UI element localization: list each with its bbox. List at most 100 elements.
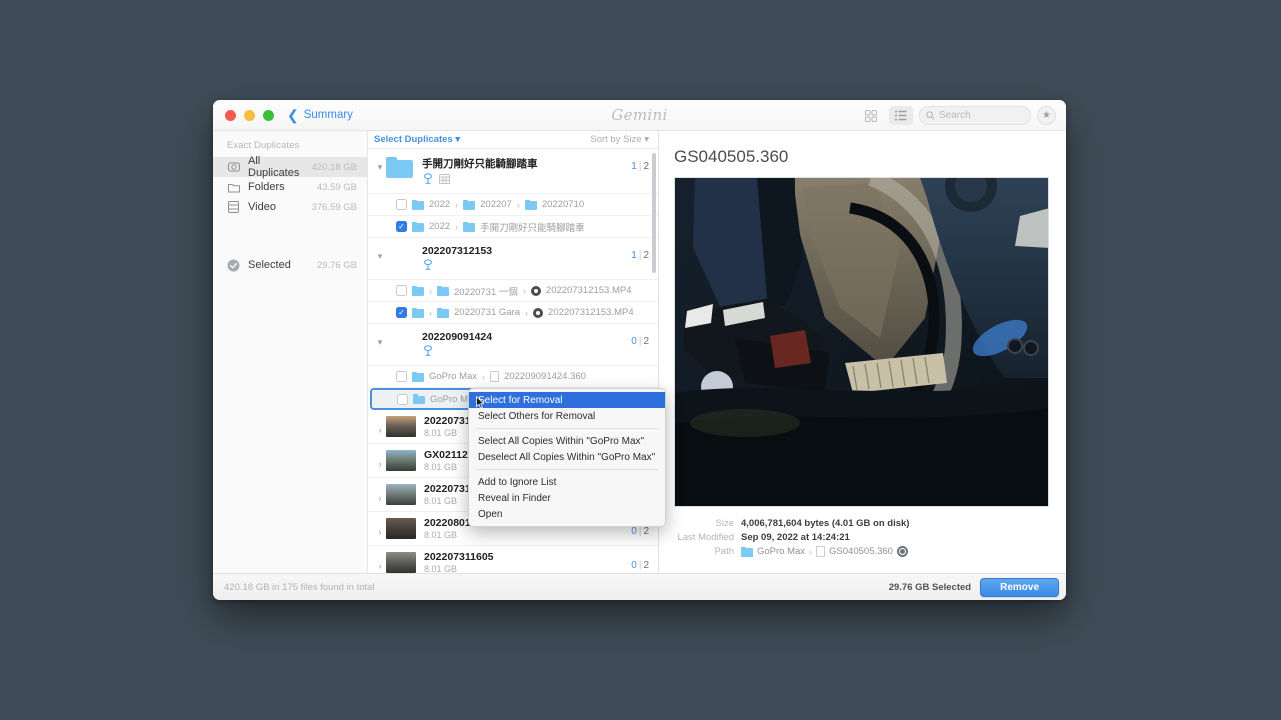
- sidebar-item-size: 43.59 GB: [316, 181, 357, 193]
- row-checkbox[interactable]: ✓: [396, 221, 407, 232]
- sidebar-item-label: Folders: [248, 181, 285, 193]
- disclosure-triangle-icon[interactable]: ›: [374, 521, 386, 537]
- duplicate-child-row[interactable]: ✓ 2022 › 手開刀剛好只能騎腳踏車: [368, 216, 658, 238]
- group-row[interactable]: ▾ 202207312153 1 | 2: [368, 238, 658, 280]
- list-view-icon[interactable]: [889, 106, 913, 125]
- path-folder-name: GoPro Max: [757, 546, 806, 557]
- app-brand-logo: Gemini: [611, 106, 668, 124]
- group-badges: [422, 173, 631, 187]
- group-total-count: 2: [643, 250, 649, 261]
- search-input[interactable]: Search: [919, 106, 1031, 125]
- file-selected-count: 0: [631, 525, 637, 537]
- list-header-bar: Select Duplicates ▾ Sort by Size ▾: [368, 131, 658, 149]
- path-file-name: GS040505.360: [829, 546, 893, 557]
- sidebar-item-video[interactable]: Video 376.59 GB: [213, 197, 367, 217]
- folder-icon: [413, 394, 425, 404]
- disclosure-triangle-icon[interactable]: ›: [374, 419, 386, 435]
- disclosure-triangle-icon[interactable]: ▾: [374, 156, 386, 173]
- path-segment: 手開刀剛好只能騎腳踏車: [480, 222, 585, 234]
- path-segment: GoPro Max: [429, 371, 478, 382]
- metadata-value: Sep 09, 2022 at 14:24:21: [741, 532, 850, 543]
- close-window-button[interactable]: [225, 109, 236, 121]
- footer-actions: 29.76 GB Selected Remove: [888, 577, 1059, 597]
- file-metadata: Size 4,006,781,604 bytes (4.01 GB on dis…: [674, 518, 1051, 560]
- remove-button[interactable]: Remove: [980, 577, 1059, 597]
- disk-icon: [227, 161, 240, 174]
- metadata-label: Path: [714, 546, 734, 557]
- chevron-left-icon: ❮: [287, 107, 299, 123]
- context-menu-item-reveal-in-finder[interactable]: Reveal in Finder: [469, 490, 665, 506]
- metadata-row-last-modified: Last Modified Sep 09, 2022 at 14:24:21: [674, 532, 1051, 543]
- folder-icon: [741, 546, 753, 557]
- group-count: 1 | 2: [631, 250, 649, 261]
- select-duplicates-menu[interactable]: Select Duplicates ▾: [371, 134, 460, 145]
- path-segment: 202207: [480, 199, 512, 210]
- disclosure-triangle-icon[interactable]: ›: [374, 453, 386, 469]
- movie-icon: [530, 285, 541, 296]
- folder-icon: [412, 285, 424, 296]
- sort-by-menu[interactable]: Sort by Size ▾: [590, 134, 649, 145]
- disclosure-triangle-icon[interactable]: ▾: [374, 245, 386, 262]
- disclosure-triangle-icon[interactable]: ▾: [374, 331, 386, 348]
- row-checkbox[interactable]: [397, 393, 408, 405]
- path-separator-icon: ›: [455, 221, 459, 232]
- context-menu-item-open[interactable]: Open: [469, 506, 665, 522]
- status-text: 420.18 GB in 175 files found in total: [224, 581, 375, 593]
- mouse-cursor: [476, 396, 484, 409]
- path-separator-icon: ›: [516, 199, 520, 210]
- film-icon: [227, 201, 240, 214]
- path-separator-icon: ›: [455, 199, 459, 210]
- sidebar-item-all-duplicates[interactable]: All Duplicates 420.18 GB: [213, 155, 367, 179]
- group-row[interactable]: ▾ 手開刀剛好只能騎腳踏車 1 | 2: [368, 149, 658, 194]
- group-total-count: 2: [643, 161, 649, 172]
- duplicate-child-row[interactable]: GoPro Max › 202209091424.360: [368, 366, 658, 388]
- row-checkbox[interactable]: [396, 285, 407, 296]
- folder-icon: [412, 307, 424, 318]
- minimize-window-button[interactable]: [244, 109, 255, 121]
- sidebar-item-label: All Duplicates: [248, 155, 300, 179]
- file-main: 202207311605 8.01 GB: [424, 551, 631, 573]
- duplicate-child-row[interactable]: › 20220731 一個 › 202207312153.MP4: [368, 280, 658, 302]
- duplicate-child-row[interactable]: ✓ › 20220731 Gara › 202207312153.MP4: [368, 302, 658, 324]
- sidebar-item-size: 29.76 GB: [316, 259, 357, 271]
- sidebar-item-size: 420.18 GB: [311, 161, 357, 173]
- row-checkbox[interactable]: [396, 199, 407, 210]
- file-thumbnail: [386, 484, 416, 505]
- tag-icon: [422, 173, 434, 187]
- file-title: 202207311605: [424, 551, 494, 563]
- duplicate-child-row[interactable]: 2022 › 202207 › 20220710: [368, 194, 658, 216]
- group-row[interactable]: ▾ 202209091424 0 | 2: [368, 324, 658, 366]
- sidebar-item-selected[interactable]: Selected 29.76 GB: [213, 255, 367, 275]
- row-checkbox[interactable]: [396, 371, 407, 382]
- metadata-row-size: Size 4,006,781,604 bytes (4.01 GB on dis…: [674, 518, 1051, 529]
- metadata-path-value[interactable]: GoPro Max › GS040505.360: [741, 546, 908, 557]
- disclosure-triangle-icon[interactable]: ›: [374, 555, 386, 571]
- path-separator-icon: ›: [429, 307, 432, 318]
- context-menu-item-select-all-copies[interactable]: Select All Copies Within "GoPro Max": [469, 433, 665, 449]
- group-main: 202207312153: [422, 245, 631, 273]
- group-folder-icon: [386, 156, 415, 178]
- context-menu-item-add-to-ignore-list[interactable]: Add to Ignore List: [469, 474, 665, 490]
- folder-icon: [463, 199, 476, 210]
- search-placeholder: Search: [939, 110, 971, 121]
- context-menu-separator: [476, 469, 658, 470]
- file-row[interactable]: › 202207311605 8.01 GB 0 | 2: [368, 546, 658, 573]
- star-icon[interactable]: ★: [1037, 106, 1056, 125]
- grid-view-icon[interactable]: [859, 106, 883, 125]
- selected-size-label: 29.76 GB Selected: [888, 581, 972, 593]
- context-menu-item-select-for-removal[interactable]: Select for Removal: [469, 392, 665, 408]
- context-menu-item-deselect-all-copies[interactable]: Deselect All Copies Within "GoPro Max": [469, 449, 665, 465]
- chevron-down-icon: ▾: [455, 134, 461, 145]
- context-menu-item-select-others-for-removal[interactable]: Select Others for Removal: [469, 408, 665, 424]
- back-to-summary-button[interactable]: ❮ Summary: [287, 108, 353, 122]
- group-selected-count: 0: [631, 336, 637, 347]
- group-badges: [422, 345, 631, 359]
- path-segment: 20220710: [541, 199, 585, 210]
- folder-icon: [463, 221, 476, 232]
- sidebar-item-folders[interactable]: Folders 43.59 GB: [213, 177, 367, 197]
- group-thumbnail: [386, 331, 415, 332]
- row-checkbox[interactable]: ✓: [396, 307, 407, 318]
- list-scrollbar[interactable]: [652, 153, 656, 273]
- maximize-window-button[interactable]: [263, 109, 274, 121]
- disclosure-triangle-icon[interactable]: ›: [374, 487, 386, 503]
